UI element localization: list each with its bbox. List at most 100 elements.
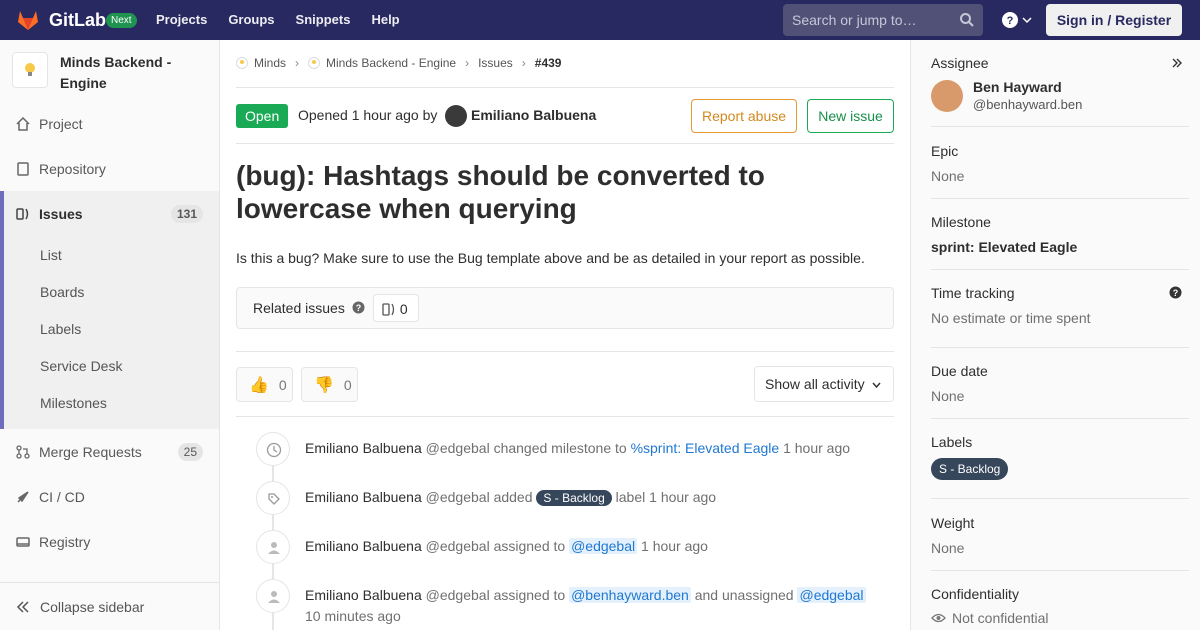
eye-icon	[931, 613, 946, 623]
timeline-handle[interactable]: @edgebal	[426, 587, 490, 603]
user-mention[interactable]: @edgebal	[569, 538, 638, 554]
sidebar-subitem-labels[interactable]: Labels	[40, 321, 81, 337]
nav-projects[interactable]: Projects	[156, 12, 207, 27]
label-badge[interactable]: S - Backlog	[931, 458, 1009, 480]
brand-name[interactable]: GitLab	[49, 10, 106, 31]
due-date-value: None	[931, 388, 965, 404]
divider	[236, 416, 894, 417]
assignee-avatar[interactable]	[931, 80, 963, 112]
project-avatar[interactable]	[12, 52, 48, 88]
search-input[interactable]: Search or jump to…	[783, 4, 983, 36]
help-icon[interactable]: ?	[1001, 11, 1019, 29]
milestone-link[interactable]: %sprint: Elevated Eagle	[631, 440, 780, 456]
sidebar-item-label: Repository	[39, 161, 106, 177]
timeline-author[interactable]: Emiliano Balbuena	[305, 538, 422, 554]
thumbs-down-button[interactable]: 👎 0	[301, 367, 358, 402]
rocket-icon	[17, 491, 29, 503]
issue-title: (bug): Hashtags should be converted to l…	[236, 160, 765, 224]
svg-text:?: ?	[1173, 288, 1179, 298]
report-abuse-button[interactable]: Report abuse	[691, 99, 797, 133]
status-badge: Open	[236, 104, 289, 128]
sidebar-item-registry[interactable]: Registry	[0, 522, 219, 562]
breadcrumb-minds[interactable]: Minds	[254, 56, 286, 70]
user-icon	[268, 591, 280, 603]
divider	[931, 198, 1189, 199]
thumbs-up-button[interactable]: 👍 0	[236, 367, 293, 402]
svg-text:?: ?	[356, 303, 362, 313]
due-date-block: Due date None	[931, 363, 1189, 404]
question-icon[interactable]: ?	[1169, 286, 1182, 299]
assignee-title: Assignee	[931, 55, 989, 71]
clock-icon	[266, 442, 282, 458]
opened-time: 1 hour ago	[351, 107, 419, 123]
timeline-author[interactable]: Emiliano Balbuena	[305, 440, 422, 456]
divider	[236, 87, 894, 88]
label-badge[interactable]: S - Backlog	[536, 490, 612, 506]
breadcrumb-separator: ›	[521, 56, 526, 70]
timeline-handle[interactable]: @edgebal	[426, 440, 490, 456]
mr-count-badge: 25	[177, 443, 203, 461]
breadcrumb-project[interactable]: Minds Backend - Engine	[326, 56, 456, 70]
sidebar-subitem-service-desk[interactable]: Service Desk	[40, 358, 122, 374]
sidebar-item-merge-requests[interactable]: Merge Requests 25	[0, 432, 219, 472]
milestone-title: Milestone	[931, 214, 991, 230]
assignee-block: Assignee	[931, 55, 1189, 71]
search-icon[interactable]	[959, 12, 975, 28]
sidebar-item-repository[interactable]: Repository	[0, 149, 219, 189]
merge-request-icon	[16, 445, 30, 459]
breadcrumb-issues[interactable]: Issues	[478, 56, 513, 70]
sidebar-item-cicd[interactable]: CI / CD	[0, 477, 219, 517]
timeline-handle[interactable]: @edgebal	[426, 538, 490, 554]
new-issue-button[interactable]: New issue	[807, 99, 894, 133]
nav-help[interactable]: Help	[371, 12, 399, 27]
timeline-author[interactable]: Emiliano Balbuena	[305, 489, 422, 505]
breadcrumb-issue-id[interactable]: #439	[535, 56, 562, 70]
sidebar-subitem-milestones[interactable]: Milestones	[40, 395, 107, 411]
divider	[236, 143, 894, 144]
user-icon	[268, 542, 280, 554]
next-badge[interactable]: Next	[106, 13, 137, 28]
related-issues-panel: Related issues ? 0	[236, 287, 894, 329]
issue-description: Is this a bug? Make sure to use the Bug …	[236, 250, 865, 266]
gitlab-logo-icon[interactable]	[16, 8, 40, 32]
assignee-name[interactable]: Ben Hayward	[973, 79, 1062, 95]
nav-groups[interactable]: Groups	[228, 12, 274, 27]
sidebar-subitem-boards[interactable]: Boards	[40, 284, 84, 300]
chevron-down-icon[interactable]	[1022, 16, 1032, 24]
author-name[interactable]: Emiliano Balbuena	[471, 107, 596, 123]
timeline-handle[interactable]: @edgebal	[426, 489, 490, 505]
activity-filter-dropdown[interactable]: Show all activity	[754, 366, 894, 402]
home-icon	[16, 117, 30, 131]
timeline-item: Emiliano Balbuena @edgebal assigned to @…	[305, 536, 885, 557]
double-chevron-right-icon[interactable]	[1172, 58, 1182, 68]
timeline-author[interactable]: Emiliano Balbuena	[305, 587, 422, 603]
collapse-sidebar-button[interactable]: Collapse sidebar	[0, 582, 219, 630]
related-issues-title: Related issues	[253, 300, 345, 316]
container-icon	[16, 537, 30, 547]
related-issues-count[interactable]: 0	[373, 294, 419, 322]
chevron-down-icon	[872, 382, 881, 389]
user-mention[interactable]: @benhayward.ben	[569, 587, 691, 603]
nav-snippets[interactable]: Snippets	[296, 12, 351, 27]
time-tracking-value: No estimate or time spent	[931, 310, 1091, 326]
milestone-value[interactable]: sprint: Elevated Eagle	[931, 239, 1189, 255]
sidebar-item-project[interactable]: Project	[0, 104, 219, 144]
svg-text:?: ?	[1007, 15, 1014, 27]
confidentiality-text: Not confidential	[952, 610, 1049, 626]
nav-links: Projects Groups Snippets Help	[156, 12, 400, 27]
project-name[interactable]: Minds Backend - Engine	[60, 52, 210, 94]
confidentiality-block: Confidentiality Not confidential	[931, 586, 1189, 626]
author-avatar[interactable]	[445, 105, 467, 127]
sidebar-item-label: Project	[39, 116, 83, 132]
sidebar-subitem-list[interactable]: List	[40, 247, 62, 263]
opened-by: by	[422, 107, 438, 123]
right-sidebar: Assignee Ben Hayward @benhayward.ben Epi…	[910, 40, 1200, 630]
user-mention[interactable]: @edgebal	[797, 587, 866, 603]
milestone-block: Milestone sprint: Elevated Eagle	[931, 214, 1189, 255]
question-icon[interactable]: ?	[352, 301, 365, 314]
divider	[931, 347, 1189, 348]
assignee-handle[interactable]: @benhayward.ben	[973, 97, 1082, 112]
sidebar-item-issues[interactable]: Issues 131	[0, 194, 219, 234]
sign-in-button[interactable]: Sign in / Register	[1046, 4, 1182, 36]
time-tracking-block: Time tracking No estimate or time spent	[931, 285, 1189, 326]
